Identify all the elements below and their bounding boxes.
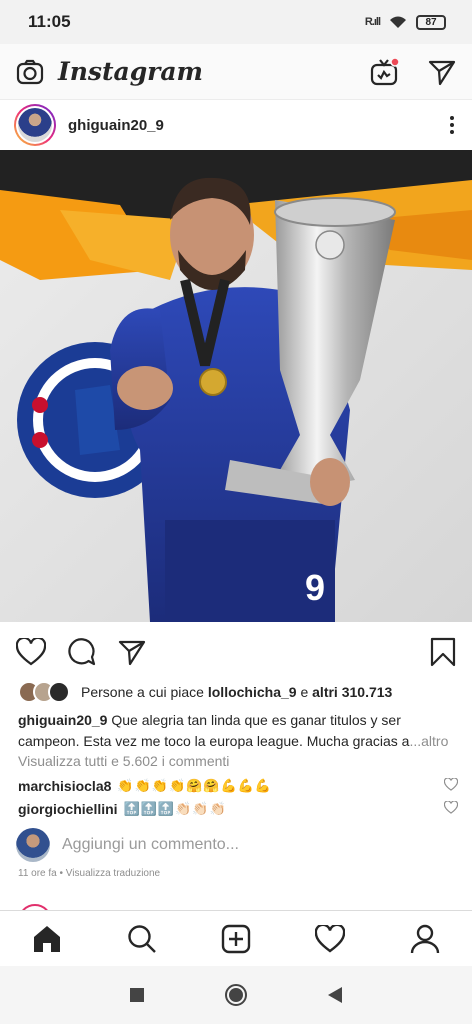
caption-more-link[interactable]: ...altro xyxy=(409,733,448,749)
post-actions xyxy=(0,630,472,674)
likers-avatars xyxy=(18,681,70,703)
post-author-avatar[interactable] xyxy=(14,104,56,146)
status-time: 11:05 xyxy=(28,12,71,31)
instagram-logo[interactable]: Instagram xyxy=(58,57,203,86)
search-icon[interactable] xyxy=(127,924,157,954)
likes-first-user[interactable]: lollochicha_9 xyxy=(208,684,297,700)
post-username[interactable]: ghiguain20_9 xyxy=(68,117,164,134)
post-header: ghiguain20_9 xyxy=(0,100,472,150)
status-bar: 11:05 R.ıll 87 xyxy=(0,0,472,44)
comment-icon[interactable] xyxy=(68,638,96,666)
battery-icon: 87 xyxy=(416,14,446,30)
time-separator: • xyxy=(56,868,66,879)
paper-plane-icon[interactable] xyxy=(428,58,456,86)
translate-link[interactable]: Visualizza traduzione xyxy=(66,868,160,879)
android-nav-bar xyxy=(0,966,472,1024)
view-all-comments-link[interactable]: Visualizza tutti e 5.602 i commenti xyxy=(18,753,229,769)
camera-icon[interactable] xyxy=(16,58,44,86)
share-icon[interactable] xyxy=(118,638,146,666)
comment-row: giorgiochiellini 🔝🔝🔝👏🏻👏🏻👏🏻 xyxy=(18,798,459,820)
comment-text: 🔝🔝🔝👏🏻👏🏻👏🏻 xyxy=(123,801,227,816)
add-post-icon[interactable] xyxy=(221,924,251,954)
svg-text:9: 9 xyxy=(305,567,325,608)
likes-connector: e xyxy=(296,684,313,700)
home-circle-icon[interactable] xyxy=(224,983,248,1007)
current-user-avatar xyxy=(16,828,50,862)
signal-icon: R.ıll xyxy=(364,16,381,28)
home-icon[interactable] xyxy=(32,924,62,954)
likes-prefix: Persone a cui piace xyxy=(81,684,208,700)
wifi-icon xyxy=(390,16,406,28)
post-time-row: 11 ore fa • Visualizza traduzione xyxy=(18,868,160,879)
comment-username[interactable]: giorgiochiellini xyxy=(18,801,118,817)
likes-text: Persone a cui piace lollochicha_9 e altr… xyxy=(81,684,392,700)
post-timestamp: 11 ore fa xyxy=(18,868,57,879)
profile-icon[interactable] xyxy=(410,924,440,954)
comment-username[interactable]: marchisiocla8 xyxy=(18,778,111,794)
caption-username[interactable]: ghiguain20_9 xyxy=(18,712,107,728)
igtv-icon[interactable] xyxy=(370,56,400,87)
status-icons: R.ıll 87 xyxy=(365,14,446,30)
bottom-nav xyxy=(0,910,472,966)
comment-row: marchisiocla8 👏👏👏👏🤗🤗💪💪💪 xyxy=(18,775,459,797)
activity-heart-icon[interactable] xyxy=(315,924,346,953)
likes-row[interactable]: Persone a cui piace lollochicha_9 e altr… xyxy=(18,680,392,704)
comment-text: 👏👏👏👏🤗🤗💪💪💪 xyxy=(117,778,273,793)
comment-like-heart-icon[interactable] xyxy=(443,777,459,794)
post-caption: ghiguain20_9 Que alegria tan linda que e… xyxy=(18,710,458,752)
bookmark-icon[interactable] xyxy=(430,637,456,667)
back-triangle-icon[interactable] xyxy=(327,986,343,1004)
comment-like-heart-icon[interactable] xyxy=(443,800,459,817)
add-comment-row[interactable]: Aggiungi un commento... xyxy=(16,828,239,862)
recents-square-icon[interactable] xyxy=(129,987,145,1003)
post-photo[interactable]: 9 xyxy=(0,150,472,622)
app-header: Instagram xyxy=(0,44,472,100)
add-comment-input[interactable]: Aggiungi un commento... xyxy=(62,836,239,854)
more-options-icon[interactable] xyxy=(446,112,458,138)
like-heart-icon[interactable] xyxy=(16,638,46,666)
likes-others-count[interactable]: altri 310.713 xyxy=(312,684,392,700)
